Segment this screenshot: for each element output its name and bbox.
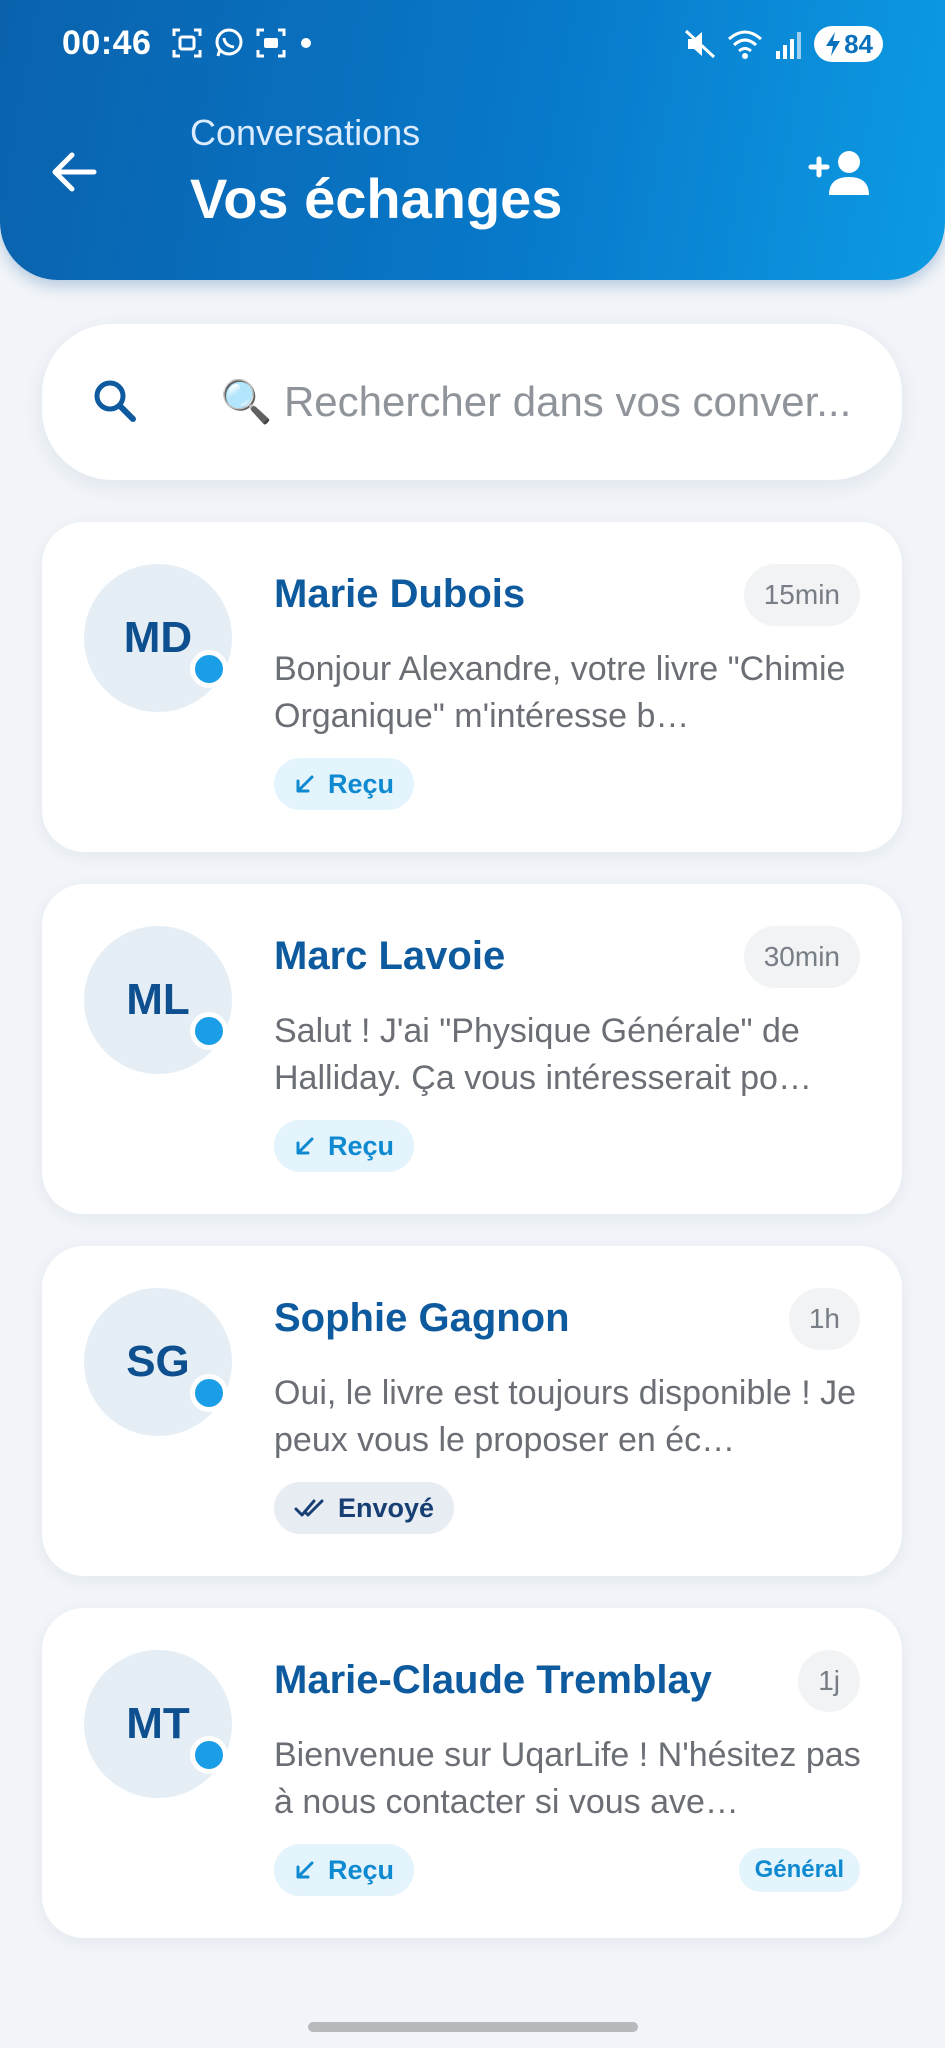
whatsapp-icon (215, 28, 243, 57)
app-header: 00:46 84 Conversations Vos échanges (0, 0, 945, 280)
mute-icon (685, 29, 716, 59)
online-indicator (190, 650, 228, 688)
person-add-icon (808, 151, 869, 195)
online-indicator (190, 1012, 228, 1050)
signal-icon (776, 32, 802, 59)
battery-icon: 84 (814, 26, 883, 62)
status-icons-right: 84 (684, 26, 883, 62)
screenshot-icon (172, 28, 202, 58)
category-tag: Général (738, 1848, 860, 1892)
back-button[interactable] (44, 142, 104, 202)
home-indicator[interactable] (308, 2022, 638, 2032)
header-subtitle: Conversations (190, 112, 421, 153)
arrow-left-icon (52, 152, 97, 192)
status-time: 00:46 (62, 24, 152, 62)
online-indicator (190, 1374, 228, 1412)
double-check-icon (294, 1499, 324, 1517)
conversation-card[interactable]: MD Marie Dubois 15min Bonjour Alexandre,… (42, 522, 902, 852)
status-label: Envoyé (338, 1492, 435, 1523)
status-badge: Reçu (274, 1844, 415, 1896)
arrow-down-left-icon (296, 775, 314, 793)
message-preview: Bienvenue sur UqarLife ! N'hésitez pas à… (274, 1736, 861, 1821)
page-title: Vos échanges (190, 167, 563, 230)
avatar: MT (84, 1650, 232, 1798)
time-badge: 30min (743, 926, 860, 988)
conversation-list: MD Marie Dubois 15min Bonjour Alexandre,… (42, 522, 902, 1970)
status-label: Reçu (328, 1130, 395, 1161)
wifi-icon (728, 30, 763, 59)
status-badge: Reçu (274, 1120, 415, 1172)
message-preview: Oui, le livre est toujours disponible ! … (274, 1374, 857, 1459)
status-badge: Reçu (274, 758, 415, 810)
contact-name: Marc Lavoie (274, 934, 506, 978)
message-preview: Bonjour Alexandre, votre livre "Chimie O… (274, 650, 846, 735)
contact-name: Marie-Claude Tremblay (274, 1658, 712, 1702)
battery-level: 84 (844, 28, 873, 59)
search-input[interactable] (220, 374, 880, 430)
time-badge: 1h (788, 1288, 860, 1350)
arrow-down-left-icon (296, 1137, 314, 1155)
contact-name: Marie Dubois (274, 572, 526, 616)
conversation-card[interactable]: ML Marc Lavoie 30min Salut ! J'ai "Physi… (42, 884, 902, 1214)
message-preview: Salut ! J'ai "Physique Générale" de Hall… (274, 1012, 812, 1097)
status-badge: Envoyé (274, 1482, 455, 1534)
dot-icon (301, 38, 311, 48)
avatar: ML (84, 926, 232, 1074)
add-contact-button[interactable] (805, 144, 875, 204)
status-label: Reçu (328, 768, 395, 799)
status-bar: 00:46 84 (0, 0, 945, 92)
search-bar[interactable] (42, 324, 902, 480)
status-label: Reçu (328, 1854, 395, 1885)
online-indicator (190, 1736, 228, 1774)
time-badge: 15min (743, 564, 860, 626)
avatar: MD (84, 564, 232, 712)
screen-record-icon (256, 28, 286, 58)
avatar: SG (84, 1288, 232, 1436)
conversation-card[interactable]: SG Sophie Gagnon 1h Oui, le livre est to… (42, 1246, 902, 1576)
contact-name: Sophie Gagnon (274, 1296, 570, 1340)
search-icon (94, 380, 136, 422)
charging-bolt-icon (826, 32, 841, 56)
status-icons-left (170, 26, 316, 60)
conversation-card[interactable]: MT Marie-Claude Tremblay 1j Bienvenue su… (42, 1608, 902, 1938)
arrow-down-left-icon (296, 1861, 314, 1879)
time-badge: 1j (798, 1650, 860, 1712)
